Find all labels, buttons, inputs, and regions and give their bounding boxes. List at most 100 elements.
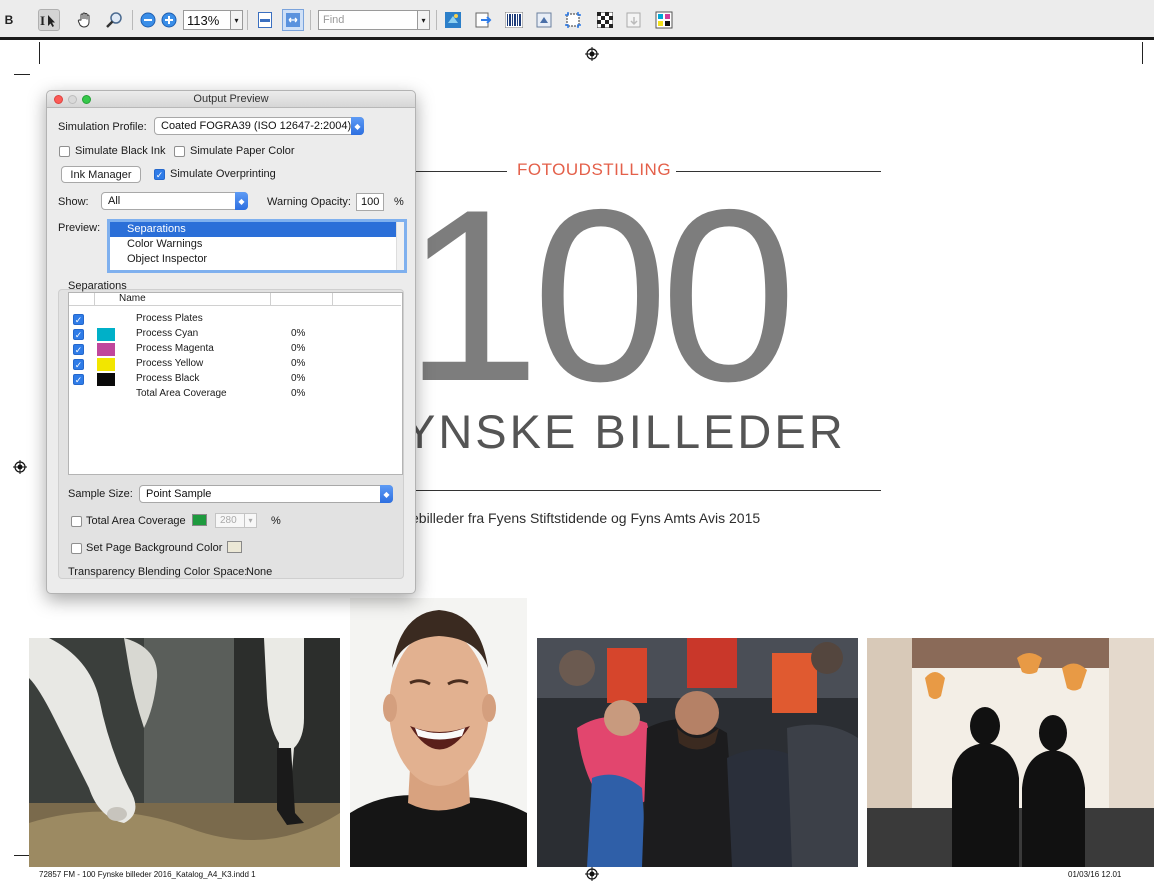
zoom-dropdown-arrow[interactable]: ▾ bbox=[231, 10, 243, 30]
output-preview-icon[interactable] bbox=[653, 9, 675, 31]
document-big-number: 100 bbox=[404, 158, 797, 432]
crop-icon[interactable] bbox=[562, 9, 584, 31]
panel-titlebar[interactable]: Output Preview bbox=[47, 91, 415, 108]
registration-mark-icon bbox=[585, 867, 599, 881]
output-preview-panel: Output Preview Simulation Profile: Coate… bbox=[46, 90, 416, 594]
sample-size-value: Point Sample bbox=[146, 488, 212, 500]
warning-opacity-input[interactable]: 100 bbox=[356, 193, 384, 211]
separation-row[interactable]: ✓ Process Plates bbox=[69, 312, 401, 327]
zoom-out-icon[interactable] bbox=[137, 9, 159, 31]
chevron-updown-icon: ◆ bbox=[351, 117, 364, 135]
toolbar-partial-label: B bbox=[4, 13, 14, 27]
separation-row[interactable]: ✓ Process Magenta 0% bbox=[69, 342, 401, 357]
sample-size-select[interactable]: Point Sample ◆ bbox=[139, 485, 393, 503]
toolbar-separator bbox=[132, 10, 133, 30]
total-area-coverage-color-swatch[interactable] bbox=[192, 514, 207, 526]
crop-mark bbox=[14, 855, 30, 856]
preview-option-separations[interactable]: Separations bbox=[110, 222, 397, 237]
crop-mark bbox=[14, 74, 30, 75]
chevron-updown-icon: ◆ bbox=[235, 192, 248, 210]
separation-row[interactable]: ✓ Process Yellow 0% bbox=[69, 357, 401, 372]
registration-mark-icon bbox=[13, 460, 27, 474]
crop-mark bbox=[1142, 42, 1143, 64]
separation-row-value: 0% bbox=[291, 358, 306, 369]
separation-row[interactable]: ✓ Process Cyan 0% bbox=[69, 327, 401, 342]
sample-size-label: Sample Size: bbox=[68, 488, 133, 500]
toolbar-separator bbox=[436, 10, 437, 30]
fit-width-icon[interactable] bbox=[282, 9, 304, 31]
hand-icon[interactable] bbox=[74, 9, 96, 31]
separations-title: Separations bbox=[68, 280, 127, 292]
separation-row-value: 0% bbox=[291, 373, 306, 384]
zoom-icon[interactable] bbox=[104, 9, 126, 31]
flatten-icon[interactable] bbox=[533, 9, 555, 31]
page-background-color-swatch[interactable] bbox=[227, 541, 242, 553]
total-area-coverage-unit: % bbox=[271, 515, 281, 527]
separation-row-checkbox[interactable]: ✓ bbox=[73, 374, 84, 385]
horse-photo bbox=[29, 638, 340, 867]
select-text-icon[interactable]: I bbox=[38, 9, 60, 31]
toolbar-separator bbox=[310, 10, 311, 30]
checker-icon[interactable] bbox=[594, 9, 616, 31]
preview-option-object-inspector[interactable]: Object Inspector bbox=[110, 252, 397, 267]
simulate-paper-color-checkbox[interactable] bbox=[174, 146, 185, 157]
barcode-icon[interactable] bbox=[503, 9, 525, 31]
simulate-black-ink-checkbox[interactable] bbox=[59, 146, 70, 157]
overlay-icon[interactable] bbox=[623, 9, 645, 31]
separation-row[interactable]: Total Area Coverage 0% bbox=[69, 387, 401, 402]
separation-row-name: Process Magenta bbox=[136, 343, 214, 354]
laughing-man-photo bbox=[350, 598, 527, 867]
warning-opacity-label: Warning Opacity: bbox=[267, 196, 351, 208]
simulate-black-ink-label: Simulate Black Ink bbox=[75, 145, 166, 157]
find-dropdown-arrow[interactable]: ▾ bbox=[418, 10, 430, 30]
svg-text:I: I bbox=[40, 13, 45, 28]
chevron-down-icon[interactable]: ▾ bbox=[244, 513, 257, 528]
cyan-swatch bbox=[97, 328, 115, 341]
blending-color-space-value: None bbox=[246, 566, 273, 578]
page-background-color-label: Set Page Background Color bbox=[86, 542, 223, 554]
show-select[interactable]: All ◆ bbox=[101, 192, 248, 210]
preview-option-color-warnings[interactable]: Color Warnings bbox=[110, 237, 397, 252]
simulate-paper-color-label: Simulate Paper Color bbox=[190, 145, 295, 157]
separation-row-checkbox[interactable]: ✓ bbox=[73, 314, 84, 325]
simulate-overprinting-checkbox[interactable]: ✓ bbox=[154, 169, 165, 180]
find-input[interactable]: Find bbox=[318, 10, 418, 30]
document-slug-right: 01/03/16 12.01 bbox=[1068, 870, 1122, 879]
page-background-color-checkbox[interactable] bbox=[71, 543, 82, 554]
zoom-in-icon[interactable] bbox=[158, 9, 180, 31]
crop-mark bbox=[39, 42, 40, 64]
simulation-profile-select[interactable]: Coated FOGRA39 (ISO 12647-2:2004) ◆ bbox=[154, 117, 364, 135]
yellow-swatch bbox=[97, 358, 115, 371]
separations-table-header: Name bbox=[69, 293, 401, 306]
preview-listbox[interactable]: Separations Color Warnings Object Inspec… bbox=[107, 219, 407, 273]
export-icon[interactable] bbox=[472, 9, 494, 31]
column-header-name[interactable]: Name bbox=[119, 293, 146, 304]
warning-opacity-unit: % bbox=[394, 196, 404, 208]
blending-color-space-label: Transparency Blending Color Space: bbox=[68, 566, 248, 578]
preflight-icon[interactable] bbox=[442, 9, 464, 31]
separation-row-checkbox[interactable]: ✓ bbox=[73, 329, 84, 340]
simulate-overprinting-label: Simulate Overprinting bbox=[170, 168, 276, 180]
zoom-level-field[interactable]: 113% bbox=[183, 10, 231, 30]
panel-title: Output Preview bbox=[193, 93, 269, 105]
separation-row-checkbox[interactable]: ✓ bbox=[73, 344, 84, 355]
acrobat-toolbar: B I 113% ▾ Find ▾ bbox=[0, 0, 1154, 40]
separation-row-name: Total Area Coverage bbox=[136, 388, 227, 399]
total-area-coverage-checkbox[interactable] bbox=[71, 516, 82, 527]
document-headline: YNSKE BILLEDER bbox=[404, 405, 846, 458]
preview-listbox-scrollbar[interactable] bbox=[396, 222, 404, 270]
total-area-coverage-label: Total Area Coverage bbox=[86, 515, 186, 527]
simulation-profile-label: Simulation Profile: bbox=[58, 121, 147, 133]
ink-manager-button[interactable]: Ink Manager bbox=[61, 166, 141, 183]
separation-row-name: Process Plates bbox=[136, 313, 203, 324]
separation-row-name: Process Black bbox=[136, 373, 200, 384]
fit-page-icon[interactable] bbox=[254, 9, 276, 31]
document-subtitle: sebilleder fra Fyens Stiftstidende og Fy… bbox=[404, 510, 761, 526]
separations-table[interactable]: Name ✓ Process Plates ✓ Process Cyan 0% … bbox=[68, 292, 403, 475]
chevron-updown-icon: ◆ bbox=[380, 485, 393, 503]
separation-row-checkbox[interactable]: ✓ bbox=[73, 359, 84, 370]
separation-row[interactable]: ✓ Process Black 0% bbox=[69, 372, 401, 387]
show-value: All bbox=[108, 195, 121, 207]
document-slug-left: 72857 FM - 100 Fynske billeder 2016_Kata… bbox=[39, 870, 256, 879]
separation-row-value: 0% bbox=[291, 343, 306, 354]
